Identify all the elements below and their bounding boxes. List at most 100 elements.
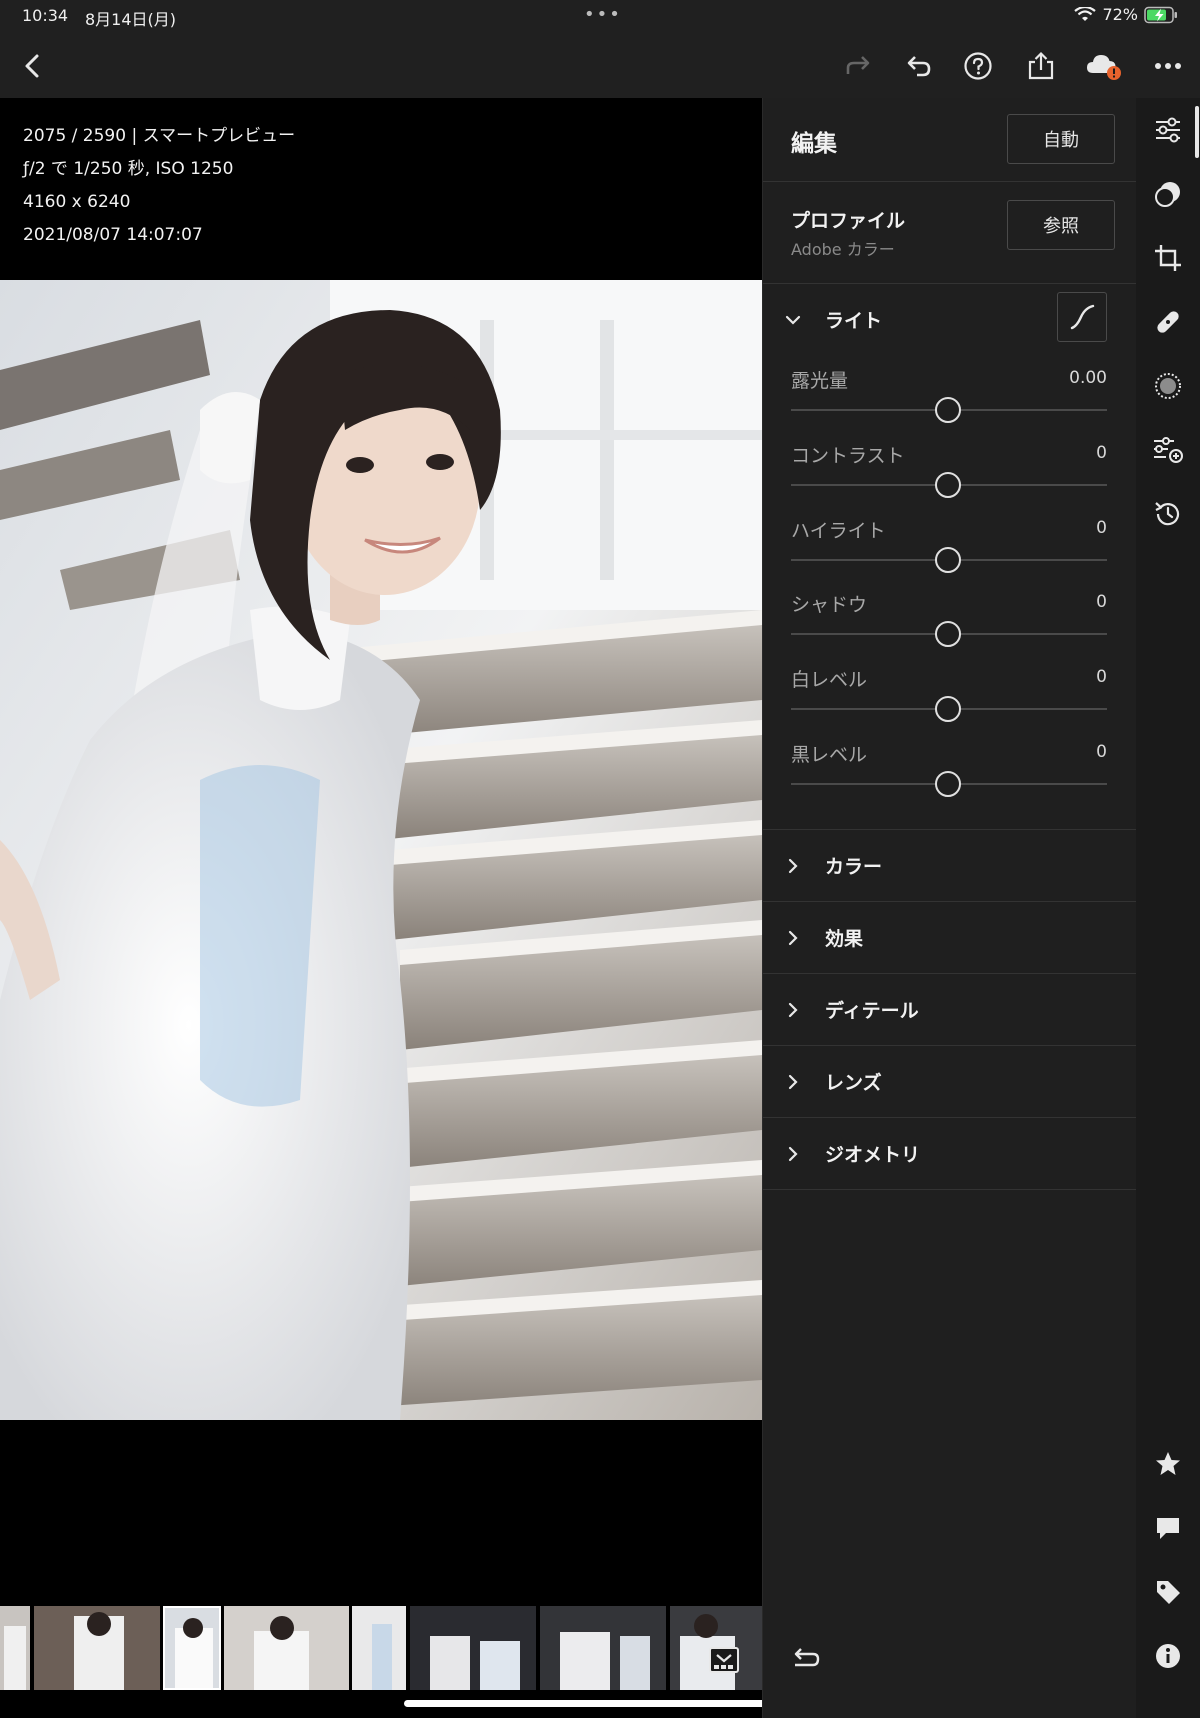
masking-icon	[1155, 182, 1180, 207]
chevron-right-icon	[788, 1002, 798, 1018]
section-color[interactable]: カラー	[763, 830, 1137, 902]
cloud-sync-button[interactable]	[1084, 46, 1124, 86]
slider-blacks[interactable]: 黒レベル 0	[763, 740, 1137, 814]
photo-viewer[interactable]: 2075 / 2590 | スマートプレビュー ƒ/2 で 1/250 秒, I…	[0, 98, 762, 1608]
history-button[interactable]	[1150, 496, 1186, 532]
chevron-right-icon	[788, 858, 798, 874]
profile-value: Adobe カラー	[791, 240, 895, 259]
slider-knob[interactable]	[935, 547, 961, 573]
selective-icon	[1155, 373, 1181, 399]
photo-image	[0, 280, 762, 1420]
slider-shadows[interactable]: シャドウ 0	[763, 590, 1137, 664]
status-date: 8月14日(月)	[85, 10, 177, 29]
wifi-icon	[1074, 6, 1097, 21]
section-geometry[interactable]: ジオメトリ	[763, 1118, 1137, 1190]
slider-exposure[interactable]: 露光量 0.00	[763, 366, 1137, 440]
section-effects[interactable]: 効果	[763, 902, 1137, 974]
slider-value: 0	[1096, 667, 1107, 687]
slider-highlights[interactable]: ハイライト 0	[763, 516, 1137, 590]
section-label: カラー	[825, 856, 883, 878]
status-time: 10:34	[22, 6, 69, 25]
rail-scroll-indicator	[1195, 106, 1199, 158]
help-button[interactable]	[958, 46, 998, 86]
slider-whites[interactable]: 白レベル 0	[763, 665, 1137, 739]
slider-knob[interactable]	[935, 397, 961, 423]
presets-button[interactable]	[1150, 432, 1186, 468]
photo-counter: 2075 / 2590 | スマートプレビュー	[23, 126, 296, 146]
filmstrip-thumb[interactable]	[34, 1606, 160, 1690]
crop-icon	[1155, 245, 1181, 271]
chevron-right-icon	[788, 1074, 798, 1090]
edit-panel: 編集 自動 プロファイル Adobe カラー 参照 ライト 露光量 0.00 コ	[762, 98, 1137, 1718]
light-section-header[interactable]: ライト	[763, 284, 1137, 356]
slider-value: 0	[1096, 592, 1107, 612]
profile-section: プロファイル Adobe カラー 参照	[763, 182, 1137, 284]
back-icon	[25, 54, 39, 78]
filmstrip-thumb[interactable]	[0, 1606, 30, 1690]
photo-dimensions: 4160 x 6240	[23, 192, 131, 212]
section-label: ディテール	[825, 1000, 919, 1022]
light-section-label: ライト	[825, 310, 883, 332]
redo-icon	[846, 56, 870, 74]
section-lens[interactable]: レンズ	[763, 1046, 1137, 1118]
edit-sliders-icon	[1156, 117, 1180, 143]
filmstrip[interactable]	[0, 1606, 762, 1690]
filmstrip-thumb[interactable]	[352, 1606, 406, 1690]
comment-button[interactable]	[1150, 1510, 1186, 1546]
slider-label: 露光量	[791, 370, 849, 392]
tone-curve-icon	[1070, 304, 1095, 330]
masking-button[interactable]	[1150, 176, 1186, 212]
slider-knob[interactable]	[935, 472, 961, 498]
edit-panel-header: 編集 自動	[763, 98, 1137, 182]
light-section: ライト 露光量 0.00 コントラスト 0 ハイライト 0 シャドウ 0 白レベ…	[763, 284, 1137, 830]
redo-button[interactable]	[838, 46, 878, 86]
filmstrip-thumb[interactable]	[410, 1606, 536, 1690]
slider-contrast[interactable]: コントラスト 0	[763, 441, 1137, 515]
auto-button[interactable]: 自動	[1007, 114, 1115, 164]
section-detail[interactable]: ディテール	[763, 974, 1137, 1046]
slider-value: 0	[1096, 443, 1107, 463]
more-icon	[1155, 63, 1181, 69]
filmstrip-expand-icon[interactable]	[708, 1646, 740, 1674]
status-indicators: 72%	[1074, 5, 1178, 24]
filmstrip-thumb[interactable]	[540, 1606, 666, 1690]
battery-percent: 72%	[1102, 5, 1138, 24]
main-photo[interactable]	[0, 280, 762, 1420]
back-button[interactable]	[12, 46, 52, 86]
multitask-dots-icon[interactable]: •••	[584, 4, 622, 25]
filmstrip-thumb[interactable]	[224, 1606, 349, 1690]
info-button[interactable]	[1150, 1638, 1186, 1674]
comment-icon	[1157, 1518, 1179, 1539]
home-indicator[interactable]	[404, 1700, 796, 1707]
tag-icon	[1157, 1581, 1180, 1604]
slider-label: 白レベル	[791, 669, 868, 691]
crop-button[interactable]	[1150, 240, 1186, 276]
share-icon	[1028, 51, 1054, 80]
edit-panel-title: 編集	[791, 131, 837, 157]
slider-knob[interactable]	[935, 771, 961, 797]
tag-button[interactable]	[1150, 1574, 1186, 1610]
profile-browse-button[interactable]: 参照	[1007, 200, 1115, 250]
tool-rail	[1136, 98, 1200, 1718]
slider-knob[interactable]	[935, 696, 961, 722]
filmstrip-thumb-selected[interactable]	[163, 1606, 221, 1690]
rating-button[interactable]	[1150, 1446, 1186, 1482]
more-button[interactable]	[1148, 46, 1188, 86]
undo-icon	[907, 56, 931, 77]
undo-button[interactable]	[899, 46, 939, 86]
slider-knob[interactable]	[935, 621, 961, 647]
section-label: 効果	[825, 928, 864, 950]
share-button[interactable]	[1021, 46, 1061, 86]
battery-charging-icon	[1144, 6, 1177, 23]
help-icon	[964, 52, 992, 80]
tone-curve-button[interactable]	[1057, 292, 1107, 342]
profile-label: プロファイル	[791, 210, 906, 232]
edit-sliders-button[interactable]	[1150, 112, 1186, 148]
reset-icon[interactable]	[791, 1646, 821, 1670]
status-bar: 10:34 8月14日(月) ••• 72%	[0, 0, 1200, 36]
slider-label: シャドウ	[791, 594, 868, 616]
healing-button[interactable]	[1150, 304, 1186, 340]
star-icon	[1156, 1452, 1180, 1475]
selective-button[interactable]	[1150, 368, 1186, 404]
top-toolbar	[0, 36, 1200, 98]
